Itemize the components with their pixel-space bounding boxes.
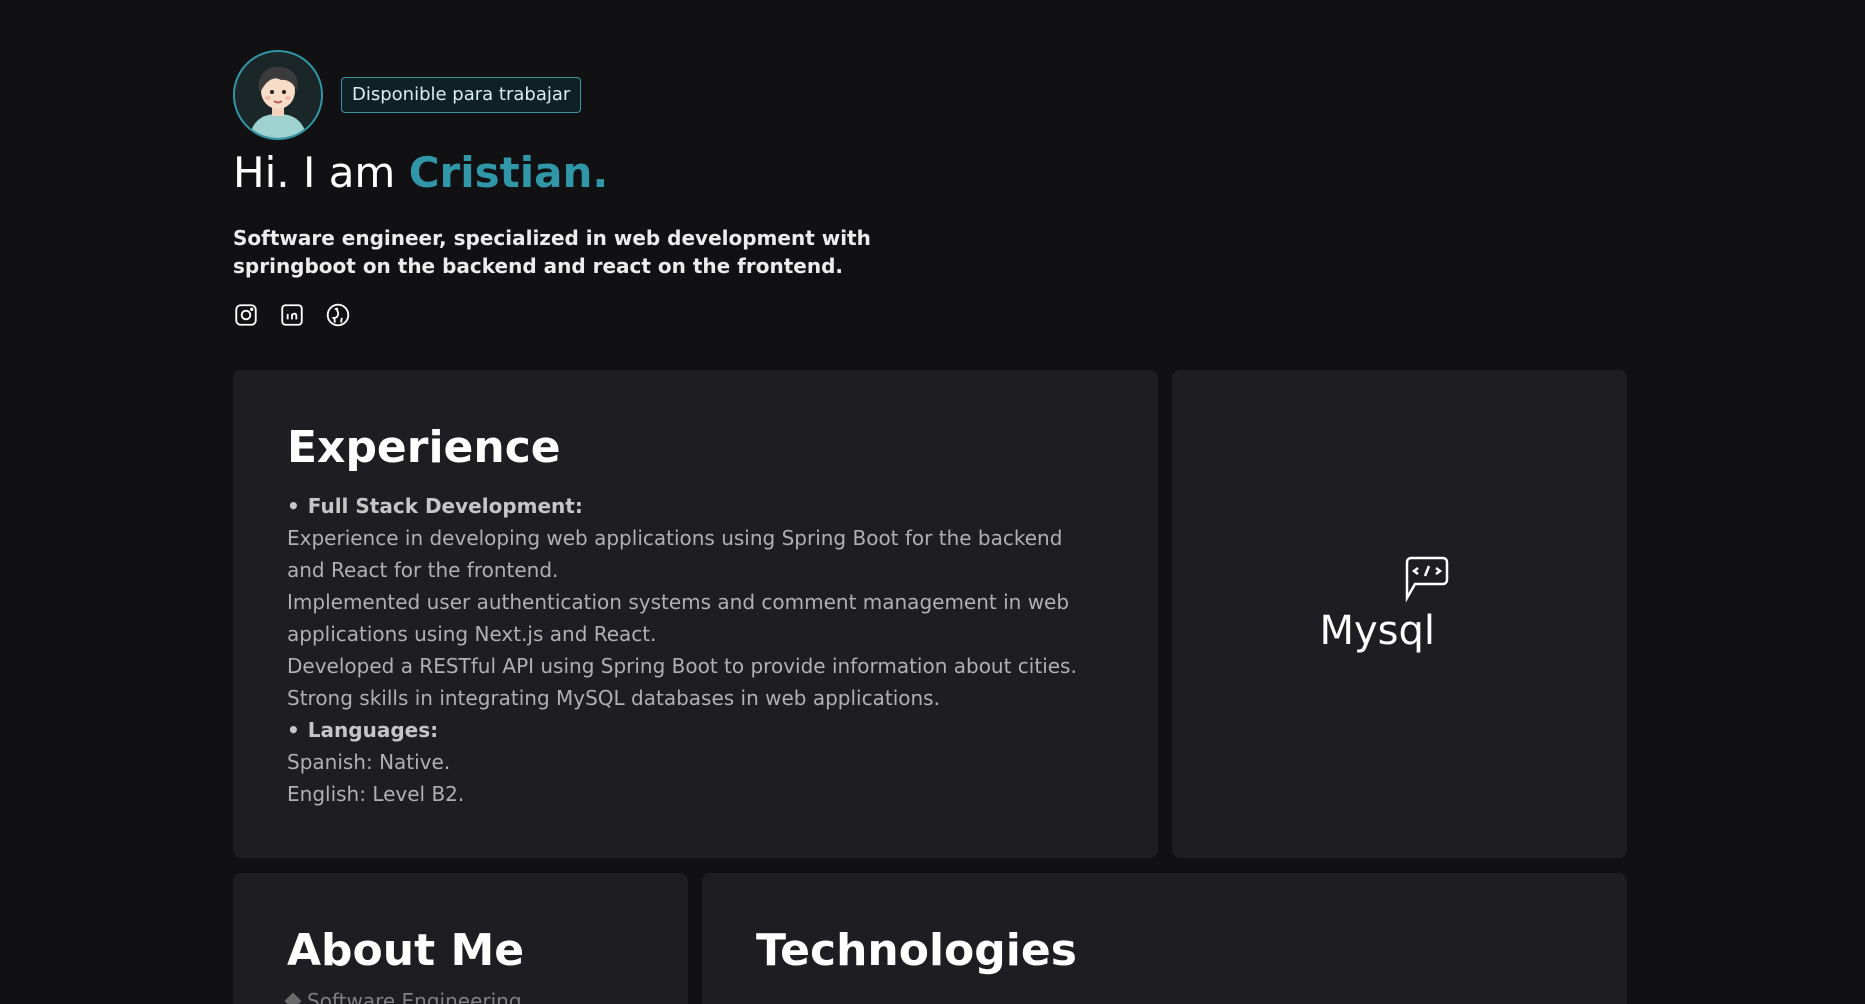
bullet-icon: •: [287, 494, 300, 519]
avatar: [233, 50, 323, 140]
social-links: [233, 302, 1133, 328]
tech-highlight-card: Mysql: [1172, 370, 1627, 858]
experience-line: Developed a RESTful API using Spring Boo…: [287, 654, 1077, 679]
instagram-icon[interactable]: [233, 302, 259, 328]
diamond-icon: [284, 992, 302, 1004]
hero-description: Software engineer, specialized in web de…: [233, 226, 871, 279]
about-item: Software Engineering: [284, 989, 634, 1004]
experience-line: Spanish: Native.: [287, 750, 451, 775]
experience-heading-fullstack: • Full Stack Development:: [287, 494, 583, 519]
page-title: Hi. I am Cristian.: [233, 148, 1133, 198]
avatar-illustration: [235, 52, 321, 138]
about-card: About Me Software Engineering: [233, 873, 688, 1004]
experience-heading-languages: • Languages:: [287, 718, 439, 743]
bullet-icon: •: [287, 718, 300, 743]
greeting-text: Hi. I am: [233, 148, 396, 197]
experience-title: Experience: [287, 422, 561, 473]
technologies-card: Technologies: [702, 873, 1627, 1004]
experience-line: English: Level B2.: [287, 782, 465, 807]
experience-line: Implemented user authentication systems …: [287, 590, 1070, 647]
name-text: Cristian.: [408, 148, 609, 197]
hero-section: Disponible para trabajar Hi. I am Cristi…: [233, 50, 1133, 328]
experience-line: Experience in developing web application…: [287, 526, 1063, 583]
linkedin-icon[interactable]: [279, 302, 305, 328]
experience-list: • Full Stack Development: Experience in d…: [287, 490, 1104, 810]
experience-line: Strong skills in integrating MySQL datab…: [287, 686, 940, 711]
portfolio-page: Disponible para trabajar Hi. I am Cristi…: [0, 0, 1865, 1004]
tech-highlight: Mysql: [1320, 554, 1480, 674]
availability-badge: Disponible para trabajar: [341, 77, 582, 113]
technologies-title: Technologies: [756, 925, 1077, 976]
code-message-icon: [1405, 556, 1448, 602]
experience-card: Experience • Full Stack Development: Expe…: [233, 370, 1158, 858]
hero-top-row: Disponible para trabajar: [233, 50, 1133, 140]
tech-highlight-label: Mysql: [1319, 608, 1436, 654]
github-icon[interactable]: [325, 302, 351, 328]
about-title: About Me: [287, 925, 525, 976]
